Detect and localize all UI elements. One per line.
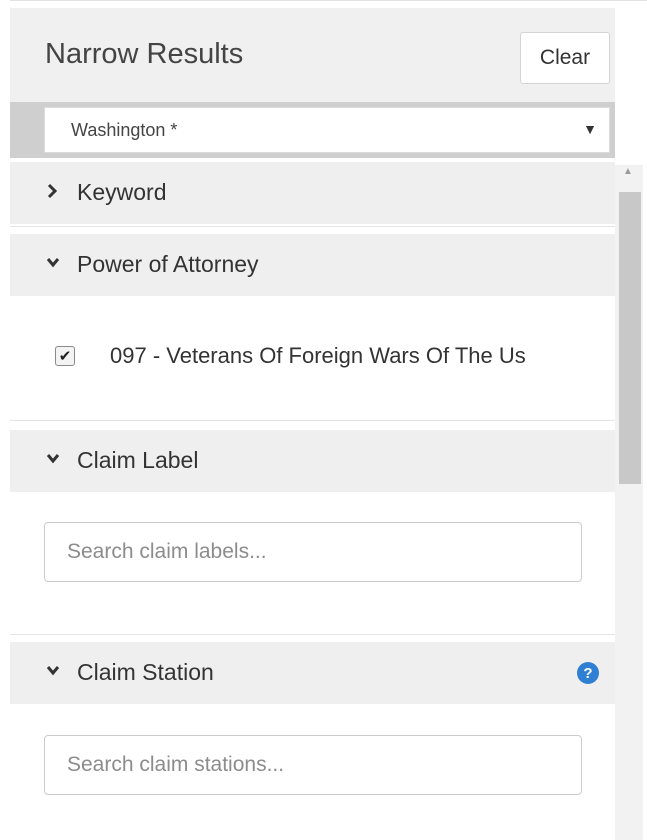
claim-station-search-input[interactable] — [44, 735, 582, 795]
chevron-down-icon — [46, 255, 60, 273]
clear-button[interactable]: Clear — [520, 32, 610, 84]
help-circle-icon[interactable]: ? — [577, 662, 599, 684]
section-divider — [10, 634, 615, 635]
poa-option-checkbox[interactable]: ✔ — [55, 346, 75, 366]
section-keyword[interactable]: Keyword — [10, 162, 615, 224]
section-claim-label[interactable]: Claim Label — [10, 430, 615, 492]
poa-option-label: 097 - Veterans Of Foreign Wars Of The Us — [110, 343, 526, 368]
section-divider — [10, 420, 615, 421]
section-divider — [10, 226, 615, 227]
section-keyword-label: Keyword — [77, 179, 167, 205]
claim-label-search-input[interactable] — [44, 522, 582, 582]
location-select[interactable]: Washington * ▼ — [44, 107, 610, 153]
section-power-of-attorney-label: Power of Attorney — [77, 251, 259, 277]
scroll-up-arrow-icon[interactable]: ▲ — [623, 166, 633, 177]
scrollbar-thumb[interactable] — [619, 192, 641, 484]
chevron-right-icon — [46, 183, 58, 204]
section-claim-station-label: Claim Station — [77, 659, 214, 685]
panel-title: Narrow Results — [45, 38, 244, 70]
poa-option-row[interactable]: ✔ 097 - Veterans Of Foreign Wars Of The … — [55, 333, 595, 373]
chevron-down-icon — [46, 663, 60, 681]
chevron-down-icon — [46, 451, 60, 469]
section-claim-label-label: Claim Label — [77, 447, 199, 473]
section-power-of-attorney[interactable]: Power of Attorney — [10, 234, 615, 296]
location-select-value: Washington * — [71, 120, 178, 140]
dropdown-arrow-icon: ▼ — [583, 121, 597, 137]
narrow-results-panel: Narrow Results Clear Washington * ▼ Keyw… — [0, 0, 647, 840]
section-claim-station[interactable]: Claim Station ? — [10, 642, 615, 704]
